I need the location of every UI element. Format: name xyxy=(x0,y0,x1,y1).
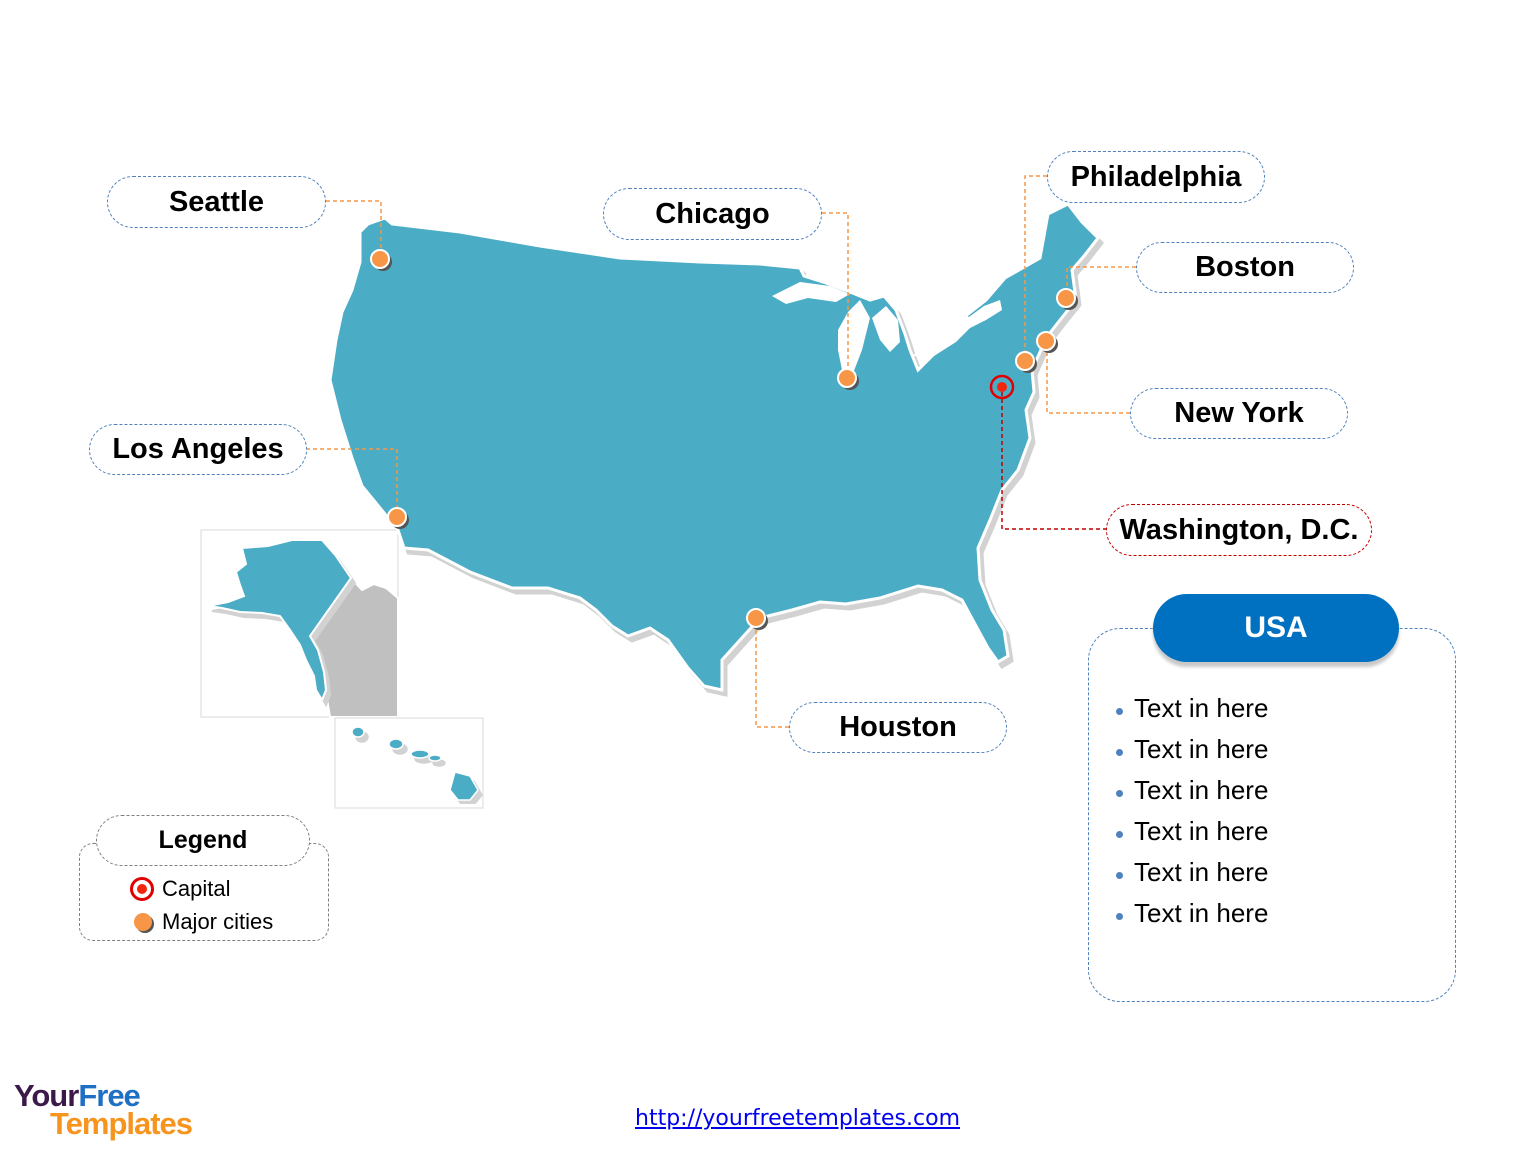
city-label-washington-dc: Washington, D.C. xyxy=(1106,504,1372,556)
legend-item-major-cities: Major cities xyxy=(134,909,273,935)
info-panel-item: Text in here xyxy=(1116,770,1268,811)
legend-title: Legend xyxy=(96,815,310,866)
city-label-seattle: Seattle xyxy=(107,176,326,228)
city-label-houston: Houston xyxy=(789,702,1007,753)
info-panel-list: Text in here Text in here Text in here T… xyxy=(1116,688,1268,934)
city-marker-icon xyxy=(134,913,152,931)
info-panel-item: Text in here xyxy=(1116,852,1268,893)
bullet-icon xyxy=(1116,708,1123,715)
city-label-boston: Boston xyxy=(1136,242,1354,293)
info-panel-item: Text in here xyxy=(1116,811,1268,852)
leader-new-york xyxy=(1046,341,1130,414)
contiguous-us-shape xyxy=(328,202,1100,692)
bullet-icon xyxy=(1116,790,1123,797)
info-panel-title: USA xyxy=(1153,594,1399,662)
bullet-icon xyxy=(1116,749,1123,756)
leader-houston xyxy=(755,618,789,728)
city-label-philadelphia: Philadelphia xyxy=(1047,151,1265,203)
leader-boston xyxy=(1066,266,1136,298)
website-link[interactable]: http://yourfreetemplates.com xyxy=(635,1106,960,1131)
capital-marker-icon xyxy=(130,877,154,901)
bullet-icon xyxy=(1116,913,1123,920)
city-label-los-angeles: Los Angeles xyxy=(89,424,307,475)
logo: YourFree Templates xyxy=(14,1078,193,1141)
info-panel-item: Text in here xyxy=(1116,688,1268,729)
info-panel-item: Text in here xyxy=(1116,893,1268,934)
city-label-chicago: Chicago xyxy=(603,188,822,240)
info-panel-item: Text in here xyxy=(1116,729,1268,770)
bullet-icon xyxy=(1116,831,1123,838)
city-label-new-york: New York xyxy=(1130,388,1348,439)
bullet-icon xyxy=(1116,872,1123,879)
legend-item-capital: Capital xyxy=(130,876,230,902)
